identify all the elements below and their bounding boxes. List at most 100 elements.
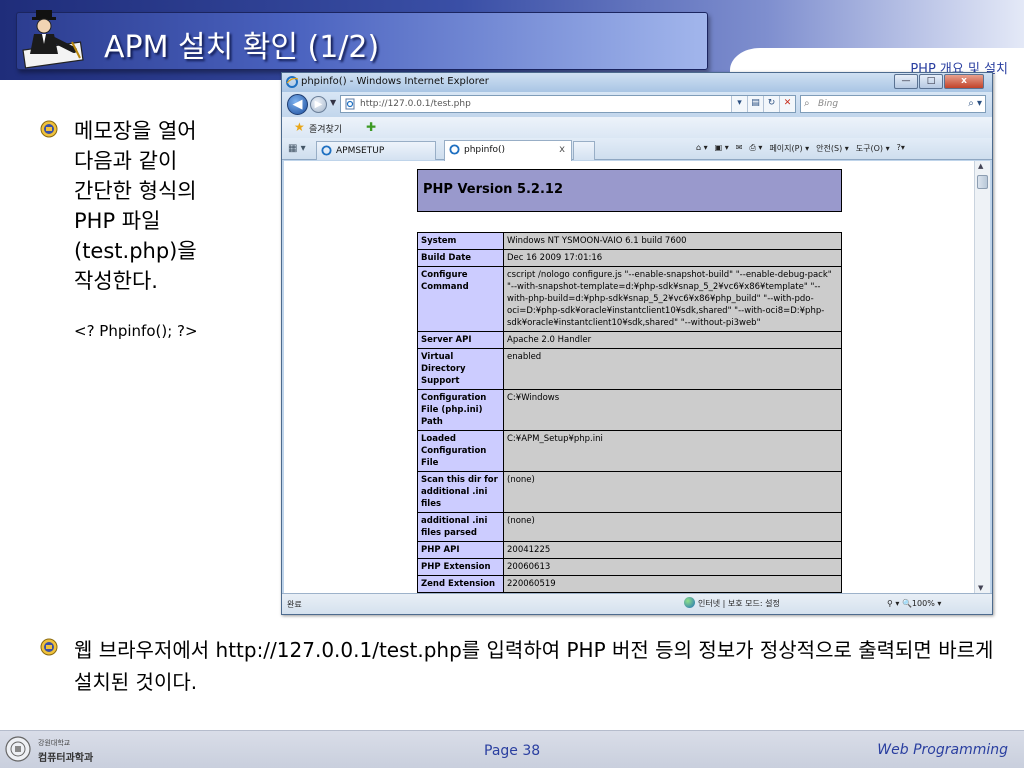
table-row: Configure Command cscript /nologo configu… xyxy=(417,266,842,332)
seal-bullet-icon xyxy=(40,120,58,138)
search-input[interactable]: Bing xyxy=(818,99,838,109)
feeds-icon[interactable]: ▣ ▾ xyxy=(715,143,729,154)
department-name: 컴퓨터과학과 xyxy=(38,753,94,764)
help-menu[interactable]: ?▾ xyxy=(897,143,905,154)
businessman-writing-icon xyxy=(22,10,84,69)
tools-menu[interactable]: 도구(O) ▾ xyxy=(856,143,890,154)
compatibility-icon[interactable]: ▤ xyxy=(747,96,763,112)
table-row: PHP Extension 20060613 xyxy=(417,558,842,576)
config-key: PHP API xyxy=(417,541,504,559)
tab-label: APMSETUP xyxy=(336,146,385,156)
address-input[interactable]: http://127.0.0.1/test.php xyxy=(360,99,471,109)
forward-button[interactable]: ▶ xyxy=(310,96,327,113)
config-value: 20041225 xyxy=(503,541,842,559)
mail-icon[interactable]: ✉ xyxy=(736,143,743,154)
slide-title: APM 설치 확인 (1/2) xyxy=(104,30,380,65)
address-dropdown-icon[interactable]: ▾ xyxy=(731,96,747,112)
close-window-button[interactable]: x xyxy=(944,74,984,89)
config-value: Apache 2.0 Handler xyxy=(503,331,842,349)
vertical-scrollbar[interactable]: ▲ ▼ xyxy=(974,161,990,593)
config-value: 20060613 xyxy=(503,558,842,576)
zoom-level: 100% xyxy=(911,599,935,608)
browser-titlebar: phpinfo() - Windows Internet Explorer — … xyxy=(282,73,992,92)
favorites-button[interactable]: 즐겨찾기 xyxy=(309,122,342,135)
address-actions: ▾ ▤ ↻ ✕ xyxy=(731,96,795,112)
php-code-snippet: <? Phpinfo(); ?> xyxy=(74,322,198,340)
tab-bar: ▦ ▾ APMSETUP phpinfo() x ⌂ ▾ ▣ ▾ ✉ ⎙ ▾ 페… xyxy=(282,138,992,161)
tab-label: phpinfo() xyxy=(464,145,506,155)
table-row: Loaded Configuration File C:¥APM_Setup¥ph… xyxy=(417,430,842,472)
result-description: 웹 브라우저에서 http://127.0.0.1/test.php를 입력하여… xyxy=(74,638,994,694)
page-menu[interactable]: 페이지(P) ▾ xyxy=(769,143,809,154)
config-key: PHP Extension xyxy=(417,558,504,576)
ie-logo-icon xyxy=(321,145,332,156)
window-controls: — □ x xyxy=(893,74,984,89)
tab-phpinfo[interactable]: phpinfo() x xyxy=(444,140,572,161)
home-icon[interactable]: ⌂ ▾ xyxy=(696,143,708,154)
browser-title: phpinfo() - Windows Internet Explorer xyxy=(301,76,489,87)
instruction-text: 메모장을 열어 다음과 같이 간단한 형식의 PHP 파일 (test.php)… xyxy=(74,119,197,293)
config-key: Zend Extension xyxy=(417,575,504,593)
seal-bullet-icon xyxy=(40,638,58,656)
config-key: additional .ini files parsed xyxy=(417,512,504,542)
add-favorite-icon[interactable]: ✚ xyxy=(366,120,376,134)
config-key: Configuration File (php.ini) Path xyxy=(417,389,504,431)
refresh-icon[interactable]: ↻ xyxy=(763,96,779,112)
search-provider-icon: ⌕ xyxy=(804,98,810,109)
university-seal-icon xyxy=(5,736,31,762)
config-key: Scan this dir for additional .ini files xyxy=(417,471,504,513)
php-version-header: PHP Version 5.2.12 xyxy=(417,169,842,212)
browser-window: phpinfo() - Windows Internet Explorer — … xyxy=(281,72,993,615)
status-bar: 완료 인터넷 | 보호 모드: 설정 ⚲ ▾ 🔍100% ▾ xyxy=(282,593,992,614)
config-value: (none) xyxy=(503,512,842,542)
slide-footer: 강원대학교 컴퓨터과학과 Page 38 Web Programming xyxy=(0,730,1024,768)
new-tab-button[interactable] xyxy=(573,141,595,160)
page-content: PHP Version 5.2.12 System Windows NT YSMO… xyxy=(284,161,974,593)
phpinfo-table: System Windows NT YSMOON-VAIO 6.1 build 7… xyxy=(417,232,842,593)
table-row: Server API Apache 2.0 Handler xyxy=(417,331,842,349)
search-bar[interactable]: ⌕ Bing ⌕ ▾ xyxy=(800,95,986,113)
table-row: Build Date Dec 16 2009 17:01:16 xyxy=(417,249,842,267)
scroll-down-icon[interactable]: ▼ xyxy=(978,584,983,592)
print-icon[interactable]: ⎙ ▾ xyxy=(749,143,762,154)
config-value: 220060519 xyxy=(503,575,842,593)
zone-label: 인터넷 | 보호 모드: 설정 xyxy=(698,599,780,608)
maximize-button[interactable]: □ xyxy=(919,74,943,89)
ie-logo-icon xyxy=(286,76,298,88)
config-value: Windows NT YSMOON-VAIO 6.1 build 7600 xyxy=(503,232,842,250)
config-value: Dec 16 2009 17:01:16 xyxy=(503,249,842,267)
address-bar[interactable]: http://127.0.0.1/test.php ▾ ▤ ↻ ✕ xyxy=(340,95,796,113)
config-key: Configure Command xyxy=(417,266,504,332)
course-name: Web Programming xyxy=(877,742,1008,758)
university-name: 강원대학교 xyxy=(38,739,71,747)
search-icon[interactable]: ⌕ ▾ xyxy=(968,98,982,109)
config-key: Build Date xyxy=(417,249,504,267)
config-value: cscript /nologo configure.js "--enable-s… xyxy=(503,266,842,332)
table-row: Zend Extension 220060519 xyxy=(417,575,842,593)
back-button[interactable]: ◀ xyxy=(287,94,308,115)
quick-tabs-icon[interactable]: ▦ ▾ xyxy=(288,143,306,154)
config-value: C:¥APM_Setup¥php.ini xyxy=(503,430,842,472)
scroll-thumb[interactable] xyxy=(977,175,988,189)
command-bar: ⌂ ▾ ▣ ▾ ✉ ⎙ ▾ 페이지(P) ▾ 안전(S) ▾ 도구(O) ▾ ?… xyxy=(696,143,912,154)
close-tab-icon[interactable]: x xyxy=(559,144,565,155)
config-value: (none) xyxy=(503,471,842,513)
safety-menu[interactable]: 안전(S) ▾ xyxy=(816,143,849,154)
tab-apmsetup[interactable]: APMSETUP xyxy=(316,141,436,160)
zoom-control[interactable]: ⚲ ▾ 🔍100% ▾ xyxy=(887,599,941,608)
table-row: System Windows NT YSMOON-VAIO 6.1 build 7… xyxy=(417,232,842,250)
history-dropdown-icon[interactable]: ▼ xyxy=(330,98,336,107)
favorites-star-icon[interactable]: ★ xyxy=(294,120,305,134)
config-value: C:¥Windows xyxy=(503,389,842,431)
page-icon xyxy=(345,98,355,110)
config-key: System xyxy=(417,232,504,250)
minimize-button[interactable]: — xyxy=(894,74,918,89)
table-row: Scan this dir for additional .ini files(… xyxy=(417,471,842,513)
config-key: Server API xyxy=(417,331,504,349)
stop-icon[interactable]: ✕ xyxy=(779,96,795,112)
security-zone[interactable]: 인터넷 | 보호 모드: 설정 xyxy=(684,597,780,609)
scroll-up-icon[interactable]: ▲ xyxy=(978,162,983,170)
config-key: Loaded Configuration File xyxy=(417,430,504,472)
php-version-title: PHP Version 5.2.12 xyxy=(423,182,564,197)
navigation-bar: ◀ ▶ ▼ http://127.0.0.1/test.php ▾ ▤ ↻ ✕ … xyxy=(282,92,992,117)
